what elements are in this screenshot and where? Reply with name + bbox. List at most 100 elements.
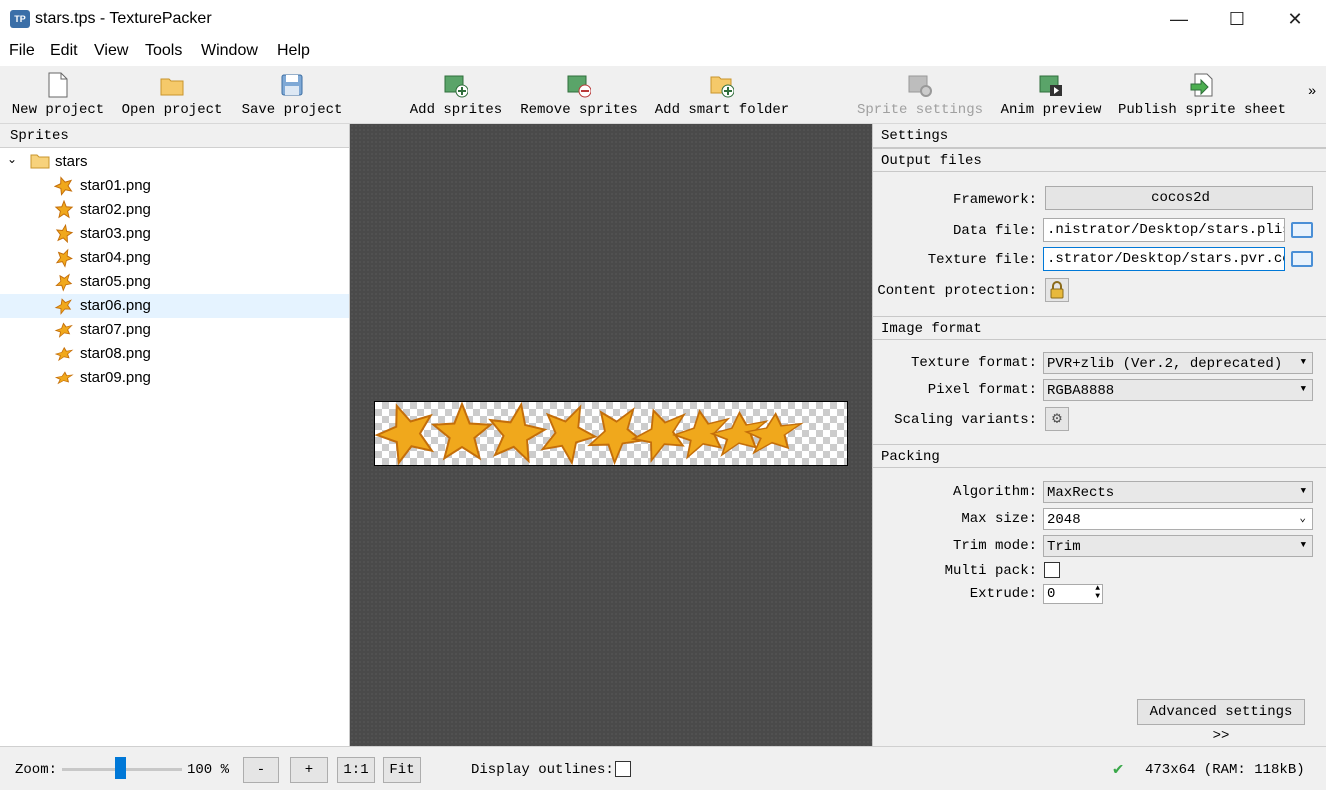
folder-label: stars — [55, 153, 88, 170]
app-icon: TP — [10, 10, 30, 28]
sprite-item[interactable]: star07.png — [0, 318, 349, 342]
sprite-item[interactable]: star08.png — [0, 342, 349, 366]
extrude-spinbox[interactable]: 0 ▲ ▼ — [1043, 584, 1103, 604]
sprite-item[interactable]: star02.png — [0, 198, 349, 222]
add-sprites-button[interactable]: Add sprites — [408, 66, 504, 124]
sprite-item-label: star07.png — [80, 321, 151, 338]
scaling-variants-button[interactable]: ⚙ — [1045, 407, 1069, 431]
menu-file[interactable]: File — [9, 42, 35, 60]
star-sprite-icon — [55, 224, 74, 244]
sprite-sheet-image — [374, 401, 804, 466]
star-sprite-icon — [54, 176, 73, 196]
algorithm-label: Algorithm: — [952, 484, 1037, 500]
publish-sprite-sheet-label: Publish sprite sheet — [1118, 102, 1287, 118]
spin-arrows-icon[interactable]: ▲ ▼ — [1095, 585, 1100, 601]
star-sprite-icon — [55, 273, 73, 292]
zoom-value: 100 % — [187, 762, 230, 778]
dropdown-arrow-icon: ▼ — [1300, 486, 1306, 496]
advanced-settings-button[interactable]: Advanced settings >> — [1137, 699, 1305, 744]
new-project-button[interactable]: New project — [8, 66, 108, 124]
content-protection-button[interactable] — [1045, 278, 1069, 302]
sprite-item-label: star06.png — [80, 297, 151, 314]
zoom-in-button[interactable]: + — [290, 757, 328, 783]
maximize-button[interactable]: ☐ — [1208, 0, 1266, 38]
pixel-format-select[interactable]: RGBA8888 ▼ — [1043, 379, 1313, 401]
new-file-icon — [48, 72, 68, 98]
sprite-item[interactable]: star01.png — [0, 174, 349, 198]
sprite-item[interactable]: star05.png — [0, 270, 349, 294]
algorithm-value: MaxRects — [1047, 485, 1115, 501]
sprite-item[interactable]: star04.png — [0, 246, 349, 270]
menu-help[interactable]: Help — [277, 42, 310, 60]
pixel-format-label: Pixel format: — [927, 382, 1037, 398]
dropdown-arrow-icon: ▼ — [1300, 357, 1306, 367]
sprite-item-label: star04.png — [80, 249, 151, 266]
sprite-sheet-preview — [374, 401, 848, 466]
add-smart-folder-button[interactable]: Add smart folder — [654, 66, 790, 124]
chevron-down-icon[interactable]: ⌄ — [7, 152, 17, 166]
sheet-star-sprite — [540, 404, 598, 466]
scaling-variants-label: Scaling variants: — [894, 412, 1037, 428]
preview-canvas[interactable] — [350, 124, 872, 746]
close-button[interactable]: ✕ — [1266, 0, 1324, 38]
toolbar-overflow-button[interactable]: » — [1308, 84, 1316, 100]
content-protection-label: Content protection: — [877, 283, 1037, 299]
publish-sprite-sheet-button[interactable]: Publish sprite sheet — [1118, 66, 1286, 124]
remove-sprites-label: Remove sprites — [520, 102, 638, 118]
sprite-item[interactable]: star09.png — [0, 366, 349, 390]
open-folder-icon — [160, 78, 184, 96]
dropdown-arrow-icon: ▼ — [1300, 540, 1306, 550]
menu-view[interactable]: View — [94, 42, 128, 60]
sheet-star-sprite — [374, 403, 435, 466]
zoom-fit-button[interactable]: Fit — [383, 757, 421, 783]
new-project-label: New project — [11, 102, 105, 118]
max-size-value: 2048 — [1047, 512, 1081, 528]
menu-bar: File Edit View Tools Window Help — [0, 38, 1326, 66]
sprite-item-label: star01.png — [80, 177, 151, 194]
anim-preview-button[interactable]: Anim preview — [998, 66, 1104, 124]
algorithm-select[interactable]: MaxRects ▼ — [1043, 481, 1313, 503]
chevron-down-icon: ⌄ — [1299, 513, 1306, 525]
anim-preview-icon — [1039, 75, 1062, 96]
menu-edit[interactable]: Edit — [50, 42, 78, 60]
star-sprite-icon — [55, 248, 73, 268]
sprite-item[interactable]: star03.png — [0, 222, 349, 246]
menu-window[interactable]: Window — [201, 42, 258, 60]
save-project-label: Save project — [241, 102, 343, 118]
zoom-slider-handle[interactable] — [115, 757, 126, 779]
texture-format-select[interactable]: PVR+zlib (Ver.2, deprecated) ▼ — [1043, 352, 1313, 374]
status-bar: Zoom: 100 % - + 1:1 Fit Display outlines… — [0, 746, 1326, 790]
trim-mode-select[interactable]: Trim ▼ — [1043, 535, 1313, 557]
window-title: stars.tps - TexturePacker — [35, 10, 212, 27]
trim-mode-label: Trim mode: — [952, 538, 1037, 554]
zoom-actual-button[interactable]: 1:1 — [337, 757, 375, 783]
star-sprite-icon — [54, 346, 74, 362]
multi-pack-checkbox[interactable] — [1044, 562, 1060, 578]
zoom-out-button[interactable]: - — [243, 757, 279, 783]
sheet-info: 473x64 (RAM: 118kB) — [1145, 762, 1305, 778]
texture-file-input[interactable]: .strator/Desktop/stars.pvr.ccz — [1043, 247, 1285, 271]
publish-icon — [1190, 73, 1213, 97]
browse-texture-file-icon[interactable] — [1291, 251, 1313, 267]
tree-folder-stars[interactable]: ⌄ stars — [0, 150, 349, 174]
framework-select[interactable]: cocos2d — [1045, 186, 1313, 210]
open-project-button[interactable]: Open project — [120, 66, 224, 124]
sprites-panel: Sprites ⌄ stars star01.png star02.png star… — [0, 124, 350, 746]
image-format-header: Image format — [873, 316, 1326, 340]
browse-data-file-icon[interactable] — [1291, 222, 1313, 238]
save-icon — [281, 74, 303, 96]
save-project-button[interactable]: Save project — [240, 66, 344, 124]
sprite-settings-button[interactable]: Sprite settings — [856, 66, 984, 124]
add-smart-folder-label: Add smart folder — [654, 102, 790, 118]
minimize-button[interactable]: — — [1150, 0, 1208, 38]
add-sprites-label: Add sprites — [409, 102, 503, 118]
display-outlines-checkbox[interactable] — [615, 761, 631, 777]
remove-sprites-button[interactable]: Remove sprites — [518, 66, 640, 124]
display-outlines-label: Display outlines: — [471, 762, 614, 778]
data-file-input[interactable]: .nistrator/Desktop/stars.plist — [1043, 218, 1285, 242]
sprite-item[interactable]: star06.png — [0, 294, 349, 318]
trim-mode-value: Trim — [1047, 539, 1081, 555]
menu-tools[interactable]: Tools — [145, 42, 182, 60]
sheet-star-sprite — [430, 401, 494, 461]
max-size-select[interactable]: 2048 ⌄ — [1043, 508, 1313, 530]
